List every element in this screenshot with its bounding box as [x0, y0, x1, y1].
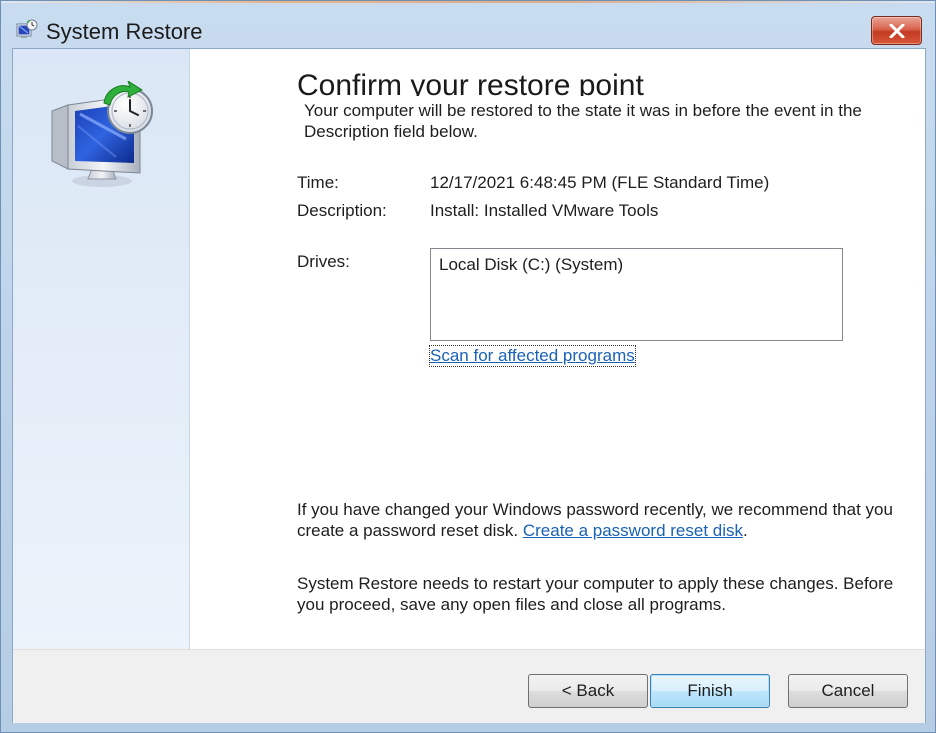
monitor-clock-icon	[46, 79, 158, 191]
finish-button[interactable]: Finish	[650, 674, 770, 708]
time-label: Time:	[297, 173, 339, 192]
button-bar: < Back Finish Cancel	[13, 649, 925, 723]
title-bar[interactable]: System Restore	[1, 1, 935, 47]
restart-note: System Restore needs to restart your com…	[297, 574, 894, 614]
list-item[interactable]: Local Disk (C:) (System)	[439, 254, 623, 275]
password-note: If you have changed your Windows passwor…	[297, 499, 907, 541]
page-title: Confirm your restore point	[297, 69, 644, 96]
window-title: System Restore	[46, 19, 203, 44]
scan-affected-programs-link[interactable]: Scan for affected programs	[429, 345, 636, 367]
description-value: Install: Installed VMware Tools	[430, 201, 659, 220]
cancel-button[interactable]: Cancel	[788, 674, 908, 708]
system-restore-window: System Restore Confirm your restore poin…	[0, 0, 936, 733]
system-restore-icon	[15, 19, 39, 41]
drives-list[interactable]: Local Disk (C:) (System)	[430, 248, 843, 341]
intro-text: Your computer will be restored to the st…	[304, 101, 862, 141]
side-pane	[13, 49, 190, 649]
password-note-suffix: .	[743, 521, 748, 540]
back-button[interactable]: < Back	[528, 674, 648, 708]
close-button[interactable]	[871, 16, 922, 45]
close-icon	[889, 23, 905, 38]
main-pane: Confirm your restore point Your computer…	[190, 49, 925, 649]
time-value: 12/17/2021 6:48:45 PM (FLE Standard Time…	[430, 173, 770, 192]
create-password-reset-disk-link[interactable]: Create a password reset disk	[523, 521, 743, 540]
description-label: Description:	[297, 201, 387, 220]
dialog-client-area: Confirm your restore point Your computer…	[12, 48, 926, 723]
drives-label: Drives:	[297, 252, 350, 271]
